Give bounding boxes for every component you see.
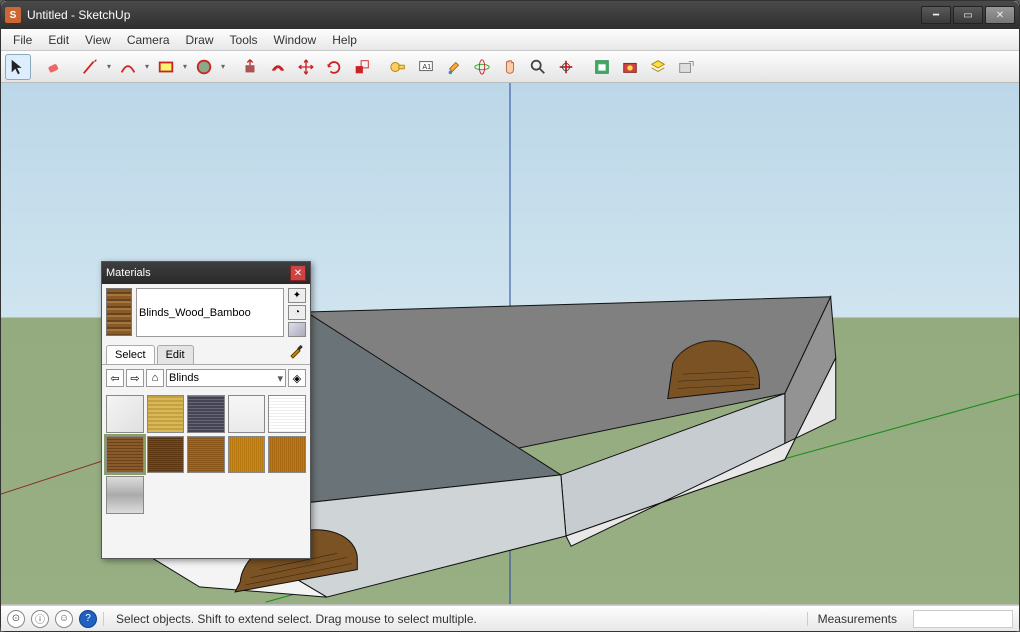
line-dropdown[interactable]: ▾ (105, 62, 113, 71)
swatch-0[interactable] (106, 395, 144, 433)
warehouse-tool[interactable] (589, 54, 615, 80)
measurements-label: Measurements (807, 612, 907, 626)
viewport-3d[interactable]: Materials ✕ ✦ ◔ Select Edit ⇦ (1, 83, 1019, 605)
arc-dropdown[interactable]: ▾ (143, 62, 151, 71)
menu-window[interactable]: Window (266, 31, 325, 49)
maximize-button[interactable]: ▭ (953, 6, 983, 24)
text-tool[interactable]: A1 (413, 54, 439, 80)
pan-tool[interactable] (497, 54, 523, 80)
tape-tool[interactable] (385, 54, 411, 80)
nav-back-button[interactable]: ⇦ (106, 369, 124, 387)
swatch-4[interactable] (268, 395, 306, 433)
circle-dropdown[interactable]: ▾ (219, 62, 227, 71)
menu-edit[interactable]: Edit (40, 31, 77, 49)
materials-close-button[interactable]: ✕ (290, 265, 306, 281)
minimize-button[interactable]: ━ (921, 6, 951, 24)
category-label: Blinds (169, 372, 199, 384)
shape-dropdown[interactable]: ▾ (181, 62, 189, 71)
details-button[interactable]: ◈ (288, 369, 306, 387)
swatch-8[interactable] (228, 436, 266, 474)
scale-tool[interactable] (349, 54, 375, 80)
menu-camera[interactable]: Camera (119, 31, 178, 49)
swatch-10[interactable] (106, 476, 144, 514)
swatch-6[interactable] (147, 436, 185, 474)
app-icon: S (5, 7, 21, 23)
material-name-input[interactable] (136, 288, 284, 337)
measurements-input[interactable] (913, 610, 1013, 628)
zoom-tool[interactable] (525, 54, 551, 80)
menu-view[interactable]: View (77, 31, 119, 49)
swatch-3[interactable] (228, 395, 266, 433)
swatch-5[interactable] (106, 436, 144, 474)
credits-icon[interactable]: ⓘ (31, 610, 49, 628)
swatch-9[interactable] (268, 436, 306, 474)
menu-file[interactable]: File (5, 31, 40, 49)
close-button[interactable]: ✕ (985, 6, 1015, 24)
zoom-extents-tool[interactable] (553, 54, 579, 80)
titlebar: S Untitled - SketchUp ━ ▭ ✕ (1, 1, 1019, 29)
layers-tool[interactable] (645, 54, 671, 80)
nav-forward-button[interactable]: ⇨ (126, 369, 144, 387)
menu-draw[interactable]: Draw (178, 31, 222, 49)
line-tool[interactable] (77, 54, 103, 80)
materials-title: Materials (106, 267, 290, 279)
rectangle-tool[interactable] (153, 54, 179, 80)
select-tool[interactable] (5, 54, 31, 80)
toolbar: ▾ ▾ ▾ ▾ A1 (1, 51, 1019, 83)
tab-edit[interactable]: Edit (157, 345, 194, 364)
paint-tool[interactable] (441, 54, 467, 80)
offset-tool[interactable] (265, 54, 291, 80)
circle-tool[interactable] (191, 54, 217, 80)
move-tool[interactable] (293, 54, 319, 80)
status-bar: ⊙ ⓘ ☺ ? Select objects. Shift to extend … (1, 605, 1019, 631)
eraser-tool[interactable] (41, 54, 67, 80)
user-icon[interactable]: ☺ (55, 610, 73, 628)
materials-grid (102, 391, 310, 518)
category-combo[interactable]: Blinds (166, 369, 286, 387)
menu-tools[interactable]: Tools (222, 31, 266, 49)
svg-text:A1: A1 (422, 61, 431, 70)
color-swatch-button[interactable] (288, 322, 306, 337)
tab-select[interactable]: Select (106, 345, 155, 364)
window-title: Untitled - SketchUp (27, 8, 921, 22)
materials-titlebar[interactable]: Materials ✕ (102, 262, 310, 284)
menu-bar: File Edit View Camera Draw Tools Window … (1, 29, 1019, 51)
material-preview (106, 288, 132, 336)
extension-tool[interactable] (617, 54, 643, 80)
rotate-tool[interactable] (321, 54, 347, 80)
help-icon[interactable]: ? (79, 610, 97, 628)
geo-icon[interactable]: ⊙ (7, 610, 25, 628)
orbit-tool[interactable] (469, 54, 495, 80)
app-window: S Untitled - SketchUp ━ ▭ ✕ File Edit Vi… (0, 0, 1020, 632)
swatch-2[interactable] (187, 395, 225, 433)
eyedropper-icon[interactable] (288, 343, 304, 359)
menu-help[interactable]: Help (324, 31, 365, 49)
create-material-button[interactable]: ✦ (288, 288, 306, 303)
arc-tool[interactable] (115, 54, 141, 80)
export-tool[interactable] (673, 54, 699, 80)
default-material-button[interactable]: ◔ (288, 305, 306, 320)
swatch-1[interactable] (147, 395, 185, 433)
swatch-7[interactable] (187, 436, 225, 474)
materials-panel[interactable]: Materials ✕ ✦ ◔ Select Edit ⇦ (101, 261, 311, 559)
status-hint: Select objects. Shift to extend select. … (103, 612, 801, 626)
pushpull-tool[interactable] (237, 54, 263, 80)
nav-home-button[interactable]: ⌂ (146, 369, 164, 387)
